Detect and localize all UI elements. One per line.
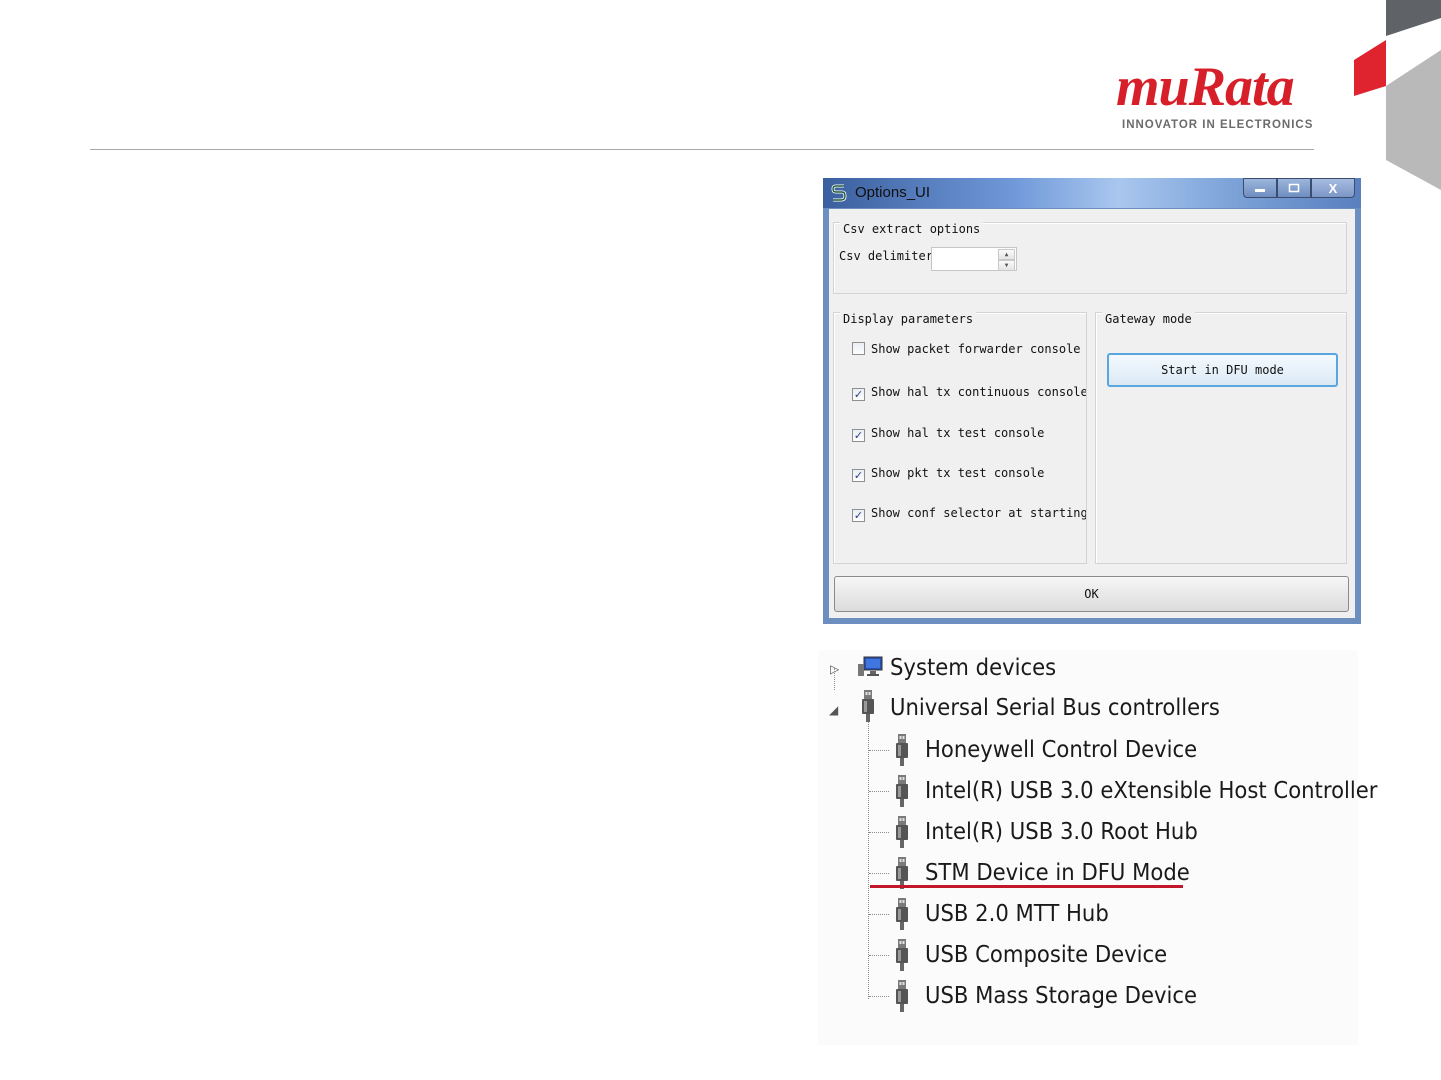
csv-delimiter-spinbox[interactable]: ▲ ▼ bbox=[931, 247, 1017, 271]
display-option-4[interactable]: ✓ Show conf selector at starting bbox=[852, 506, 1086, 522]
display-option-0[interactable]: Show packet forwarder console bbox=[852, 342, 1081, 356]
tree-connector bbox=[869, 955, 889, 956]
display-parameters-group: Display parameters Show packet forwarder… bbox=[833, 312, 1087, 564]
device-manager-tree: ▷ System devices ◢ Universal Serial Bus con… bbox=[818, 650, 1378, 1045]
gateway-group-title: Gateway mode bbox=[1102, 312, 1195, 326]
app-icon bbox=[831, 184, 847, 202]
display-option-label: Show packet forwarder console bbox=[871, 342, 1081, 356]
tree-connector bbox=[869, 791, 889, 792]
display-option-2[interactable]: ✓ Show hal tx test console bbox=[852, 426, 1044, 442]
spin-buttons: ▲ ▼ bbox=[998, 249, 1015, 271]
highlight-underline bbox=[870, 885, 1183, 888]
csv-delimiter-label: Csv delimiter bbox=[839, 249, 933, 263]
options-dialog: Options_UI X Csv extract options Csv del… bbox=[823, 178, 1361, 624]
usb-device-icon bbox=[895, 939, 909, 971]
spin-down-icon[interactable]: ▼ bbox=[998, 260, 1015, 271]
usb-device-item[interactable]: STM Device in DFU Mode bbox=[925, 859, 1190, 887]
usb-controller-icon bbox=[861, 690, 875, 722]
header-divider bbox=[90, 149, 1314, 150]
usb-device-item[interactable]: USB 2.0 MTT Hub bbox=[925, 900, 1109, 928]
display-option-1[interactable]: ✓ Show hal tx continuous console bbox=[852, 385, 1086, 401]
dialog-titlebar[interactable]: Options_UI X bbox=[823, 178, 1361, 208]
category-system-devices[interactable]: System devices bbox=[890, 654, 1056, 682]
collapse-arrow-icon[interactable]: ◢ bbox=[829, 703, 838, 717]
usb-device-icon bbox=[895, 898, 909, 930]
murata-logo: muRata INNOVATOR IN ELECTRONICS bbox=[1112, 56, 1322, 136]
ok-button[interactable]: OK bbox=[834, 576, 1349, 612]
usb-device-icon bbox=[895, 734, 909, 766]
display-option-label: Show conf selector at starting bbox=[871, 506, 1086, 520]
tree-connector bbox=[869, 873, 889, 874]
usb-device-icon bbox=[895, 775, 909, 807]
spin-up-icon[interactable]: ▲ bbox=[998, 249, 1015, 260]
display-options-list: Show packet forwarder console ✓ Show hal t… bbox=[834, 313, 1086, 563]
display-option-3[interactable]: ✓ Show pkt tx test console bbox=[852, 466, 1044, 482]
checkbox-checked-icon[interactable]: ✓ bbox=[852, 388, 865, 401]
tree-connector bbox=[869, 996, 889, 997]
gateway-mode-group: Gateway mode bbox=[1095, 312, 1347, 564]
tree-connector bbox=[869, 914, 889, 915]
tree-connector bbox=[868, 722, 869, 999]
logo-tagline: INNOVATOR IN ELECTRONICS bbox=[1122, 119, 1314, 131]
close-glyph: X bbox=[1328, 180, 1338, 196]
usb-device-item[interactable]: Intel(R) USB 3.0 eXtensible Host Control… bbox=[925, 777, 1378, 805]
checkbox-checked-icon[interactable]: ✓ bbox=[852, 469, 865, 482]
display-option-label: Show hal tx continuous console bbox=[871, 385, 1086, 399]
minimize-icon[interactable] bbox=[1243, 178, 1277, 198]
corner-decoration bbox=[1354, 0, 1441, 190]
maximize-icon[interactable] bbox=[1277, 178, 1311, 198]
dialog-client-area: Csv extract options Csv delimiter ▲ ▼ Di… bbox=[829, 209, 1355, 618]
dialog-title: Options_UI bbox=[855, 184, 931, 201]
checkbox-checked-icon[interactable]: ✓ bbox=[852, 509, 865, 522]
usb-device-item[interactable]: Intel(R) USB 3.0 Root Hub bbox=[925, 818, 1198, 846]
start-dfu-button[interactable]: Start in DFU mode bbox=[1107, 353, 1338, 387]
usb-device-icon bbox=[895, 816, 909, 848]
computer-icon bbox=[858, 656, 884, 678]
close-icon[interactable]: X bbox=[1311, 178, 1355, 198]
display-option-label: Show pkt tx test console bbox=[871, 466, 1045, 480]
usb-device-icon bbox=[895, 980, 909, 1012]
display-option-label: Show hal tx test console bbox=[871, 426, 1045, 440]
usb-device-item[interactable]: Honeywell Control Device bbox=[925, 736, 1197, 764]
csv-group-title: Csv extract options bbox=[840, 222, 984, 236]
usb-device-item[interactable]: USB Composite Device bbox=[925, 941, 1167, 969]
checkbox-unchecked-icon[interactable] bbox=[852, 342, 865, 355]
category-usb-controllers[interactable]: Universal Serial Bus controllers bbox=[890, 694, 1220, 722]
usb-device-item[interactable]: USB Mass Storage Device bbox=[925, 982, 1197, 1010]
tree-connector bbox=[834, 668, 835, 690]
tree-connector bbox=[869, 750, 889, 751]
checkbox-checked-icon[interactable]: ✓ bbox=[852, 429, 865, 442]
logo-wordmark: muRata bbox=[1116, 56, 1295, 118]
window-controls: X bbox=[1243, 178, 1355, 198]
tree-connector bbox=[869, 832, 889, 833]
